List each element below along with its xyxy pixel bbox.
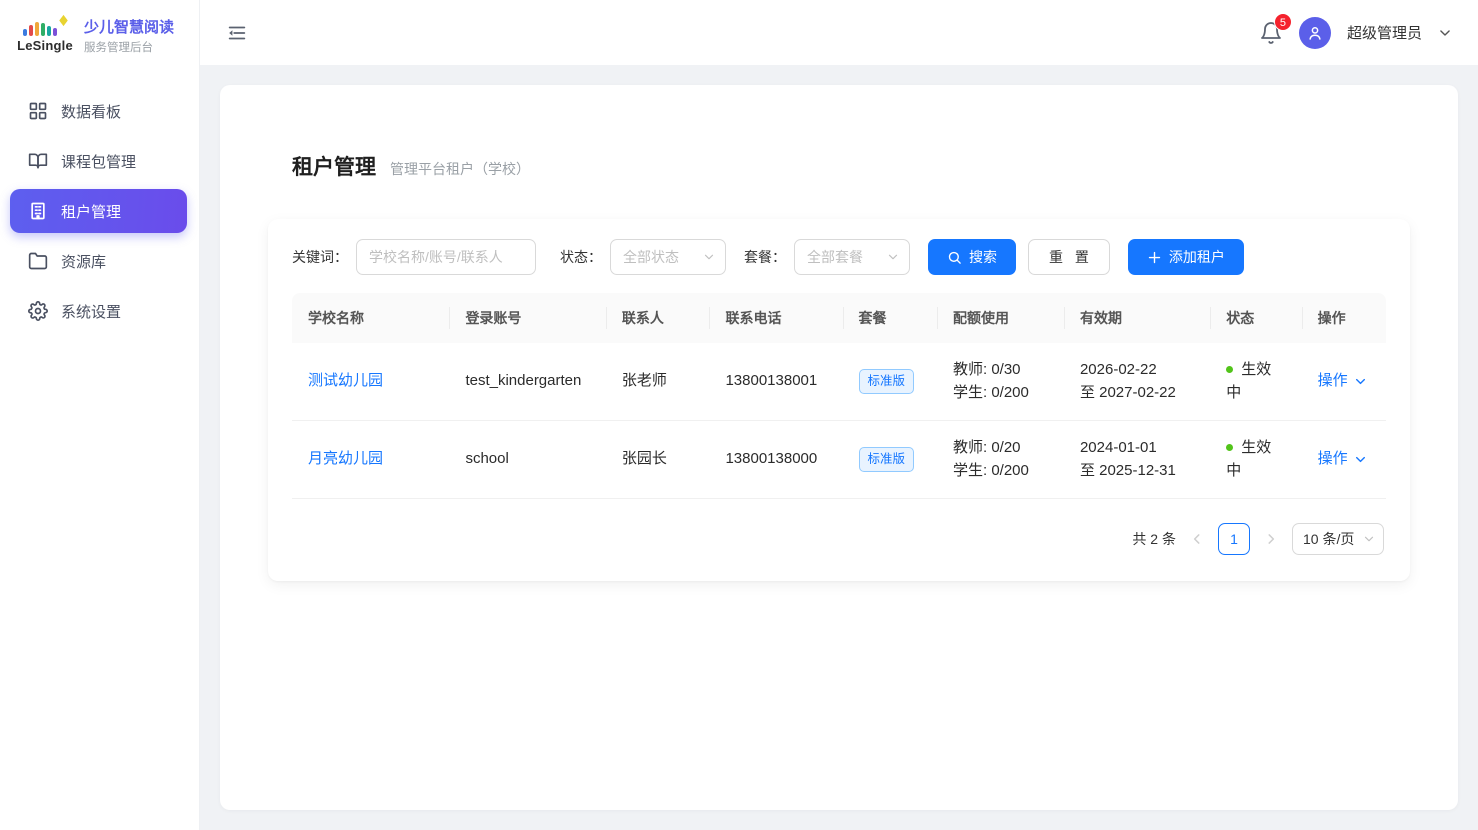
col-phone: 联系电话 <box>709 293 842 343</box>
col-school-name: 学校名称 <box>292 293 449 343</box>
avatar[interactable] <box>1299 17 1331 49</box>
col-status: 状态 <box>1210 293 1301 343</box>
col-actions: 操作 <box>1302 293 1386 343</box>
status-dot-icon <box>1226 444 1233 451</box>
keyword-input[interactable] <box>356 239 536 275</box>
login-account: school <box>449 421 605 499</box>
page-title: 租户管理 <box>292 151 376 181</box>
logo-wordmark: LeSingle <box>17 38 73 53</box>
table-header-row: 学校名称 登录账号 联系人 联系电话 套餐 配额使用 有效期 状态 操作 <box>292 293 1386 343</box>
brand-title: 少儿智慧阅读 <box>84 16 174 37</box>
notification-badge: 5 <box>1274 13 1292 31</box>
sidebar-item-course-packages[interactable]: 课程包管理 <box>10 139 187 183</box>
building-icon <box>28 201 48 221</box>
brand-logo: LeSingle 少儿智慧阅读 服务管理后台 <box>0 0 199 70</box>
chevron-down-icon <box>1363 533 1375 545</box>
search-icon <box>947 250 962 265</box>
prev-page-icon[interactable] <box>1190 532 1204 546</box>
col-login-account: 登录账号 <box>449 293 605 343</box>
pagination: 共 2 条 1 10 条/页 <box>292 523 1386 555</box>
search-button-label: 搜索 <box>969 247 997 267</box>
chevron-down-icon <box>1354 453 1367 466</box>
school-name-link[interactable]: 测试幼儿园 <box>308 372 383 389</box>
menu-fold-icon[interactable] <box>226 22 248 44</box>
status-dot-icon <box>1226 366 1233 373</box>
chevron-down-icon[interactable] <box>1438 26 1452 40</box>
sidebar-item-system-settings[interactable]: 系统设置 <box>10 289 187 333</box>
content-card: 租户管理 管理平台租户（学校） 关键词： 状态： 全部状态 套餐： 全部套餐 <box>220 85 1458 810</box>
brand-subtitle: 服务管理后台 <box>84 39 174 55</box>
school-name-link[interactable]: 月亮幼儿园 <box>308 450 383 467</box>
status-badge: 生效中 <box>1226 437 1285 482</box>
status-select-value: 全部状态 <box>623 247 679 267</box>
main-content: 租户管理 管理平台租户（学校） 关键词： 状态： 全部状态 套餐： 全部套餐 <box>200 65 1478 830</box>
next-page-icon[interactable] <box>1264 532 1278 546</box>
row-actions-dropdown[interactable]: 操作 <box>1318 370 1367 393</box>
table-row: 月亮幼儿园 school 张园长 13800138000 标准版 教师: 0/2… <box>292 421 1386 499</box>
row-actions-dropdown[interactable]: 操作 <box>1318 448 1367 471</box>
folder-icon <box>28 251 48 271</box>
sidebar-item-tenant-management[interactable]: 租户管理 <box>10 189 187 233</box>
book-icon <box>28 151 48 171</box>
table-row: 测试幼儿园 test_kindergarten 张老师 13800138001 … <box>292 343 1386 421</box>
chevron-down-icon <box>1354 375 1367 388</box>
topbar: 5 超级管理员 <box>200 0 1478 65</box>
lesingle-logo-icon: LeSingle <box>16 18 74 53</box>
quota-usage: 教师: 0/20 学生: 0/200 <box>937 421 1064 499</box>
reset-button[interactable]: 重 置 <box>1028 239 1110 275</box>
tenant-panel: 关键词： 状态： 全部状态 套餐： 全部套餐 <box>268 219 1410 581</box>
add-tenant-button[interactable]: 添加租户 <box>1128 239 1244 275</box>
gear-icon <box>28 301 48 321</box>
page-subtitle: 管理平台租户（学校） <box>390 159 530 179</box>
page-size-select[interactable]: 10 条/页 <box>1292 523 1384 555</box>
plan-badge: 标准版 <box>859 369 915 394</box>
notification-bell-icon[interactable]: 5 <box>1259 21 1283 45</box>
logo-bars-icon <box>23 18 67 36</box>
sidebar: LeSingle 少儿智慧阅读 服务管理后台 数据看板 课程包管理 租户管理 <box>0 0 200 830</box>
pagination-total: 共 2 条 <box>1132 529 1176 549</box>
col-validity: 有效期 <box>1064 293 1210 343</box>
col-plan: 套餐 <box>843 293 937 343</box>
search-button[interactable]: 搜索 <box>928 239 1016 275</box>
sidebar-item-label: 资源库 <box>61 251 106 272</box>
status-badge: 生效中 <box>1226 359 1285 404</box>
sidebar-menu: 数据看板 课程包管理 租户管理 资源库 系统设置 <box>0 89 199 333</box>
contact-name: 张园长 <box>606 421 710 499</box>
sidebar-item-label: 租户管理 <box>61 201 121 222</box>
col-contact: 联系人 <box>606 293 710 343</box>
page-head: 租户管理 管理平台租户（学校） <box>292 151 1410 181</box>
page-size-value: 10 条/页 <box>1303 529 1354 549</box>
reset-button-label: 重 置 <box>1049 247 1093 267</box>
user-name[interactable]: 超级管理员 <box>1347 22 1422 43</box>
plan-select[interactable]: 全部套餐 <box>794 239 910 275</box>
plan-select-value: 全部套餐 <box>807 247 863 267</box>
page-number-button[interactable]: 1 <box>1218 523 1250 555</box>
sidebar-item-dashboard[interactable]: 数据看板 <box>10 89 187 133</box>
status-label: 状态： <box>560 247 602 267</box>
chevron-down-icon <box>887 251 899 263</box>
validity-period: 2024-01-01 至 2025-12-31 <box>1064 421 1210 499</box>
plan-badge: 标准版 <box>859 447 915 472</box>
dashboard-icon <box>28 101 48 121</box>
status-select[interactable]: 全部状态 <box>610 239 726 275</box>
keyword-label: 关键词： <box>292 247 348 267</box>
col-quota: 配额使用 <box>937 293 1064 343</box>
contact-phone: 13800138000 <box>709 421 842 499</box>
sidebar-item-label: 系统设置 <box>61 301 121 322</box>
contact-phone: 13800138001 <box>709 343 842 421</box>
login-account: test_kindergarten <box>449 343 605 421</box>
quota-usage: 教师: 0/30 学生: 0/200 <box>937 343 1064 421</box>
sidebar-item-label: 课程包管理 <box>61 151 136 172</box>
sidebar-item-label: 数据看板 <box>61 101 121 122</box>
plus-icon <box>1147 250 1162 265</box>
sidebar-item-resource-library[interactable]: 资源库 <box>10 239 187 283</box>
plan-label: 套餐： <box>744 247 786 267</box>
contact-name: 张老师 <box>606 343 710 421</box>
tenant-table: 学校名称 登录账号 联系人 联系电话 套餐 配额使用 有效期 状态 操作 测试幼… <box>292 293 1386 499</box>
chevron-down-icon <box>703 251 715 263</box>
filter-bar: 关键词： 状态： 全部状态 套餐： 全部套餐 <box>292 239 1386 275</box>
add-tenant-button-label: 添加租户 <box>1169 247 1225 267</box>
validity-period: 2026-02-22 至 2027-02-22 <box>1064 343 1210 421</box>
